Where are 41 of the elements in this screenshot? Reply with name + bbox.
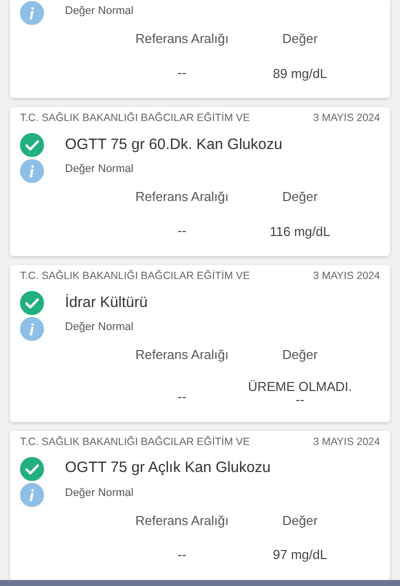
result-card[interactable]: T.C. SAĞLIK BAKANLIĞI BAĞCILAR EĞİTİM VE 3 MAYIS 2024 İdrar Kültürü Değer Normal Referans Aralığı Değer -- ÜREME OLMADI. -- xyxy=(10,265,390,422)
institution-name: T.C. SAĞLIK BAKANLIĞI BAĞCILAR EĞİTİM VE xyxy=(20,434,250,450)
result-value: 116 mg/dL xyxy=(270,224,330,238)
institution-name: T.C. SAĞLIK BAKANLIĞI BAĞCILAR EĞİTİM VE xyxy=(20,111,250,126)
column-header: Değer xyxy=(281,188,319,206)
column-header: Değer xyxy=(281,30,319,48)
result-card[interactable]: T.C. SAĞLIK BAKANLIĞI BAĞCILAR EĞİTİM VE 3 MAYIS 2024 OGTT 75 gr 60.Dk. Kan Glukozu Değer Normal Referans Aralığı Değer -- 116 mg/dL xyxy=(10,107,390,256)
result-date: 3 MAYIS 2024 xyxy=(313,111,380,126)
test-name: İdrar Kültürü xyxy=(65,292,148,313)
test-name: OGTT 75 gr 60.Dk. Kan Glukozu xyxy=(65,134,282,155)
column-header: Değer xyxy=(281,346,319,364)
result-note: Değer Normal xyxy=(65,4,134,20)
result-date: 3 MAYIS 2024 xyxy=(313,269,380,284)
info-icon xyxy=(20,482,44,506)
reference-value: -- xyxy=(176,546,188,564)
result-value: -- xyxy=(296,392,304,406)
info-icon xyxy=(20,317,44,341)
result-note: Değer Normal xyxy=(65,320,134,336)
result-value: ÜREME OLMADI. xyxy=(248,380,352,393)
institution-name: T.C. SAĞLIK BAKANLIĞI BAĞCILAR EĞİTİM VE xyxy=(20,269,250,284)
test-name: OGTT 75 gr Açlık Kan Glukozu xyxy=(65,458,271,478)
result-card[interactable]: T.C. SAĞLIK BAKANLIĞI BAĞCILAR EĞİTİM VE 3 MAYIS 2024 OGTT 75 gr Açlık Kan Glukozu Değer Normal Referans Aralığı Değer -- 97 mg/dL xyxy=(10,430,390,580)
result-value: 89 mg/dL xyxy=(272,66,328,80)
reference-value: -- xyxy=(176,222,188,240)
result-card[interactable]: Değer Normal Referans Aralığı Değer -- 89 mg/dL xyxy=(10,0,390,98)
column-header: Değer xyxy=(281,512,319,530)
column-header: Referans Aralığı xyxy=(134,512,230,530)
result-note: Değer Normal xyxy=(65,486,134,501)
result-note: Değer Normal xyxy=(65,162,134,178)
result-date: 3 MAYIS 2024 xyxy=(313,434,380,450)
column-header: Referans Aralığı xyxy=(134,188,230,206)
column-header: Referans Aralığı xyxy=(134,30,230,48)
column-header: Referans Aralığı xyxy=(134,346,230,364)
info-icon xyxy=(20,1,44,25)
check-circle-icon xyxy=(20,456,44,480)
check-circle-icon xyxy=(20,133,44,157)
reference-value: -- xyxy=(176,388,188,406)
check-circle-icon xyxy=(20,291,44,315)
result-value: 97 mg/dL xyxy=(272,548,328,561)
reference-value: -- xyxy=(176,64,188,82)
info-icon xyxy=(20,159,44,183)
